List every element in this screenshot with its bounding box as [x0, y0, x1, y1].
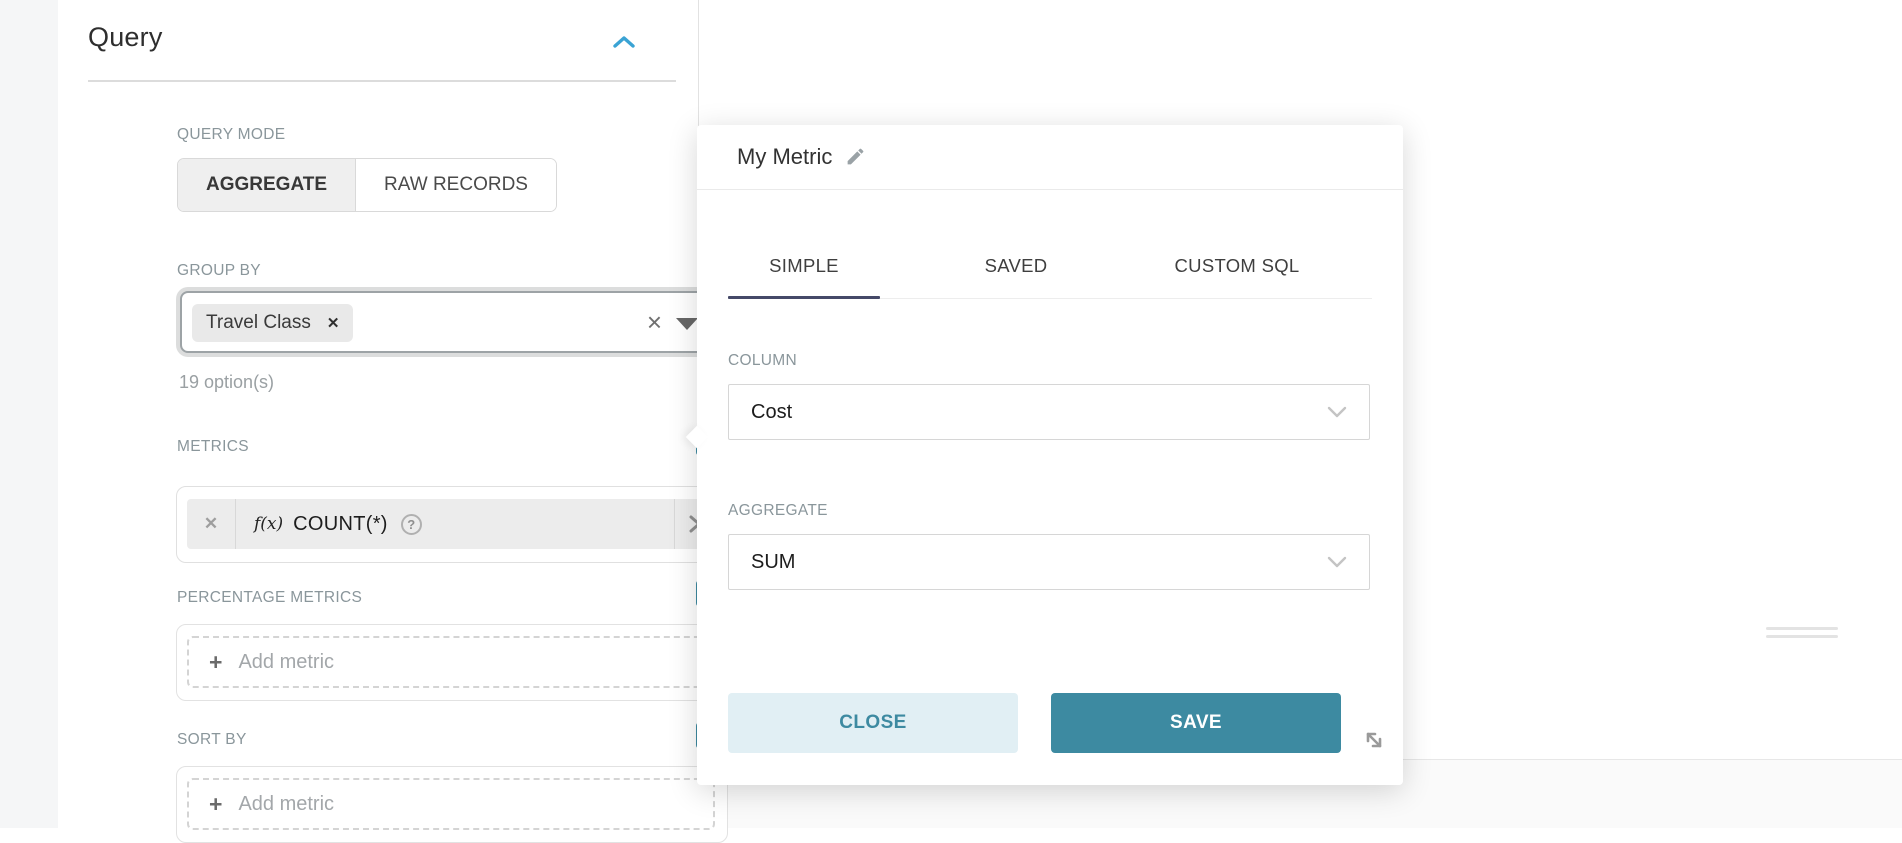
panel-resize-handle[interactable] — [1766, 624, 1838, 642]
chevron-down-icon — [1327, 556, 1347, 568]
group-by-chip[interactable]: Travel Class ✕ — [192, 304, 353, 342]
tab-simple[interactable]: SIMPLE — [728, 255, 880, 277]
tab-saved[interactable]: SAVED — [941, 255, 1091, 277]
query-section-header[interactable]: Query — [88, 22, 668, 62]
metric-title: My Metric — [737, 144, 832, 170]
group-by-label: GROUP BY — [177, 262, 261, 280]
tab-custom-sql[interactable]: CUSTOM SQL — [1157, 255, 1317, 277]
column-value: Cost — [751, 401, 1327, 424]
aggregate-value: SUM — [751, 551, 1327, 574]
pill-separator — [235, 499, 236, 549]
metric-name: COUNT(*) — [293, 513, 388, 536]
chevron-down-icon — [1327, 406, 1347, 418]
column-label: COLUMN — [728, 352, 797, 370]
dropdown-caret-icon[interactable] — [676, 318, 698, 330]
sort-by-container: + Add metric — [176, 766, 728, 843]
metrics-container: ✕ f(x) COUNT(*) ? — [176, 486, 728, 563]
metric-pill[interactable]: ✕ f(x) COUNT(*) ? — [187, 499, 715, 549]
query-mode-label: QUERY MODE — [177, 126, 285, 144]
query-control-panel: Query QUERY MODE AGGREGATE RAW RECORDS G… — [58, 0, 698, 828]
chip-label: Travel Class — [206, 312, 311, 334]
plus-icon: + — [209, 791, 222, 818]
raw-records-button[interactable]: RAW RECORDS — [356, 159, 556, 211]
percentage-metrics-label: PERCENTAGE METRICS — [177, 589, 362, 607]
sort-by-label: SORT BY — [177, 731, 247, 749]
metric-remove-icon[interactable]: ✕ — [187, 514, 235, 534]
add-percentage-metric-dropzone[interactable]: + Add metric — [187, 636, 715, 688]
metric-editor-tabs: SIMPLE SAVED CUSTOM SQL — [728, 255, 1372, 301]
section-divider — [88, 80, 676, 82]
add-metric-placeholder: Add metric — [238, 651, 334, 674]
section-title: Query — [88, 22, 163, 52]
close-button[interactable]: CLOSE — [728, 693, 1018, 753]
aggregate-select[interactable]: SUM — [728, 534, 1370, 590]
percentage-metrics-container: + Add metric — [176, 624, 728, 701]
group-by-select[interactable]: Travel Class ✕ × — [180, 291, 716, 353]
function-icon: f(x) — [254, 514, 283, 534]
column-select[interactable]: Cost — [728, 384, 1370, 440]
options-count-hint: 19 option(s) — [179, 372, 274, 393]
chevron-up-icon[interactable] — [612, 34, 636, 55]
add-metric-placeholder: Add metric — [238, 793, 334, 816]
active-tab-indicator — [728, 296, 880, 299]
popover-header: My Metric — [697, 125, 1403, 190]
metric-editor-popover: My Metric SIMPLE SAVED CUSTOM SQL COLUMN… — [697, 125, 1403, 785]
edit-title-pencil-icon[interactable] — [845, 146, 866, 172]
help-icon[interactable]: ? — [401, 514, 422, 535]
chip-remove-icon[interactable]: ✕ — [327, 314, 340, 332]
explore-screen: Query QUERY MODE AGGREGATE RAW RECORDS G… — [0, 0, 1902, 828]
save-button[interactable]: SAVE — [1051, 693, 1341, 753]
metrics-label: METRICS — [177, 438, 249, 456]
plus-icon: + — [209, 649, 222, 676]
drag-handle-line — [1766, 627, 1838, 630]
aggregate-button[interactable]: AGGREGATE — [178, 159, 356, 211]
add-sort-metric-dropzone[interactable]: + Add metric — [187, 778, 715, 830]
clear-all-icon[interactable]: × — [647, 306, 662, 338]
drag-handle-line — [1766, 635, 1838, 638]
left-gutter — [0, 0, 58, 828]
aggregate-label: AGGREGATE — [728, 502, 828, 520]
query-mode-toggle: AGGREGATE RAW RECORDS — [177, 158, 557, 212]
resize-diagonal-icon[interactable] — [1360, 726, 1388, 754]
